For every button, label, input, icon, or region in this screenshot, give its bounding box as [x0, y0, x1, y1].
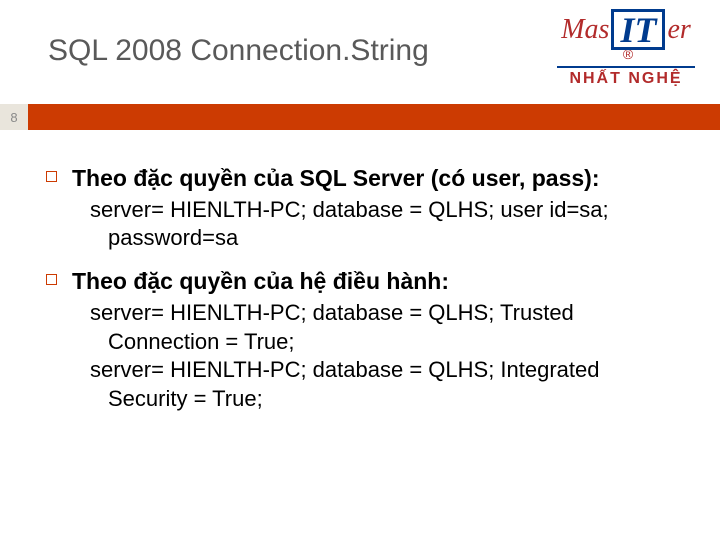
- bullet-icon: [46, 274, 57, 285]
- brand-logo: MasITer® NHẤT NGHỆ: [557, 5, 695, 95]
- logo-subtitle: NHẤT NGHỆ: [557, 66, 695, 88]
- list-item: Theo đặc quyền của SQL Server (có user, …: [72, 164, 670, 253]
- logo-it-box: IT: [611, 9, 665, 50]
- logo-word-right: er: [667, 16, 690, 44]
- bullet-heading: Theo đặc quyền của SQL Server (có user, …: [72, 164, 670, 194]
- logo-top-row: MasITer®: [557, 5, 695, 64]
- bullet-body-line: server= HIENLTH-PC; database = QLHS; use…: [90, 196, 670, 253]
- bullet-heading: Theo đặc quyền của hệ điều hành:: [72, 267, 670, 297]
- bullet-body-line: server= HIENLTH-PC; database = QLHS; Int…: [90, 356, 670, 413]
- accent-bar: 8: [0, 104, 720, 130]
- bullet-body-line: server= HIENLTH-PC; database = QLHS; Tru…: [90, 299, 670, 356]
- slide-content: Theo đặc quyền của SQL Server (có user, …: [0, 130, 720, 413]
- page-number-badge: 8: [0, 104, 28, 130]
- slide-header: SQL 2008 Connection.String MasITer® NHẤT…: [0, 0, 720, 104]
- bullet-icon: [46, 171, 57, 182]
- list-item: Theo đặc quyền của hệ điều hành: server=…: [72, 267, 670, 413]
- logo-word-left: Mas: [561, 16, 609, 44]
- page-title: SQL 2008 Connection.String: [48, 34, 429, 68]
